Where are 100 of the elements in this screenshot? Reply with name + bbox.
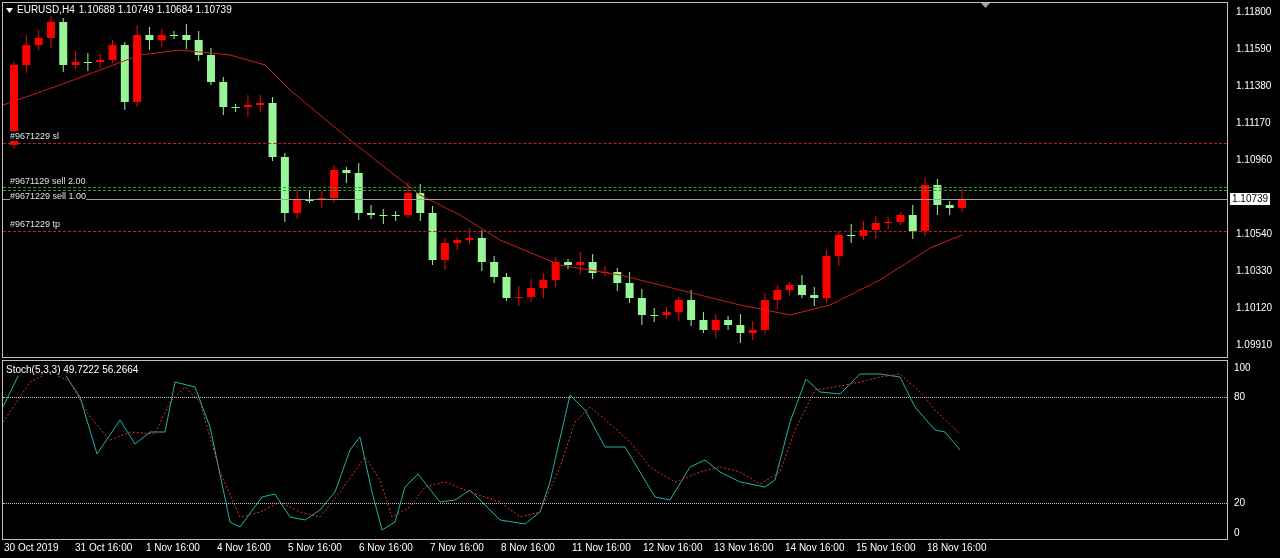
candle [22,34,31,74]
candle [588,253,597,280]
candle [551,256,560,288]
candle [637,288,646,326]
candle [921,176,930,237]
candle [367,204,376,220]
candle [354,162,363,221]
price-tick-label: 1.11170 [1236,117,1271,129]
current-price-label: 1.10739 [1230,193,1271,205]
time-tick-label: 12 Nov 16:00 [643,541,704,555]
candle [711,313,720,339]
candle [958,188,966,213]
candle [83,52,92,72]
candle [945,200,954,216]
price-tick-label: 1.10960 [1236,154,1273,166]
candle [71,50,80,70]
candle [613,267,622,292]
candle [564,258,573,270]
candle [674,296,683,322]
candle [527,278,536,303]
price-tick-label: 1.10540 [1236,228,1273,240]
candle [785,281,794,297]
order-line-label: #9671229 tp [10,219,61,229]
candle [477,229,486,272]
time-tick-label: 30 Oct 2019 [4,541,60,555]
price-tick-label: 1.11590 [1236,43,1272,55]
candle [440,237,449,271]
candle [884,216,893,230]
candle [847,223,856,244]
dropdown-triangle-icon[interactable] [6,7,13,13]
candle [834,230,843,267]
candle [96,52,105,69]
candle [797,274,806,299]
symbol-label: EURUSD,H4 [17,4,75,16]
time-tick-label: 14 Nov 16:00 [785,541,846,555]
candle [280,152,289,223]
candle [576,251,585,275]
candle [539,272,548,299]
quote-values: 1.10688 1.10749 1.10684 1.10739 [78,4,232,16]
order-line-label: #9671129 sell 2.00 [10,176,86,186]
indicator-title: Stoch(5,3,3) 49.7222 56.2664 [6,364,139,376]
candle [465,227,474,245]
candle [268,96,277,162]
candle [330,164,339,204]
order-line-label: #9671229 sell 1.00 [10,191,87,201]
candle [933,178,942,216]
candle [256,94,265,113]
candle [514,285,523,307]
time-tick-label: 13 Nov 16:00 [714,541,775,555]
candle [231,103,240,113]
price-tick-label: 1.10120 [1236,302,1273,314]
candle [219,76,228,116]
time-tick-label: 15 Nov 16:00 [856,541,917,555]
candle [699,311,708,334]
candle [305,190,314,204]
candle [908,204,917,240]
candle [822,249,831,304]
candle [773,284,782,310]
candle [182,23,191,50]
indicator-level-label: 0 [1234,527,1240,539]
time-tick-label: 11 Nov 16:00 [572,541,632,555]
price-tick-label: 1.10330 [1236,265,1273,277]
candle [34,29,43,51]
candle [662,306,671,320]
candle [416,183,425,222]
time-tick-label: 6 Nov 16:00 [359,541,414,555]
candle [108,39,117,64]
indicator-level-label: 80 [1234,391,1246,403]
candle [736,313,745,344]
time-tick-label: 8 Nov 16:00 [501,541,556,555]
candle [243,94,252,118]
candle [896,211,905,226]
candle [428,205,437,266]
candle [59,17,68,73]
candle [761,292,769,335]
candle [207,47,215,86]
time-tick-label: 31 Oct 16:00 [75,541,134,555]
time-tick-label: 18 Nov 16:00 [927,541,988,555]
time-tick-label: 5 Nov 16:00 [288,541,343,555]
candle [650,307,659,323]
time-tick-label: 1 Nov 16:00 [146,541,201,555]
candle [810,286,819,307]
candle [748,320,757,341]
order-line-label: #9671229 sl [10,131,60,141]
price-tick-label: 1.09910 [1236,339,1273,351]
candle [145,26,154,51]
price-tick-label: 1.11800 [1236,6,1272,18]
candle [170,30,179,40]
candle [293,188,302,220]
candle [871,215,880,240]
candle [625,271,634,304]
time-tick-label: 7 Nov 16:00 [430,541,485,555]
time-tick-label: 4 Nov 16:00 [217,541,272,555]
candle [194,30,203,62]
candle [391,210,400,222]
candle [453,236,462,251]
candle [157,28,166,48]
shift-marker-icon[interactable] [981,3,990,8]
indicator-level-label: 100 [1234,362,1251,374]
candle [502,272,511,302]
